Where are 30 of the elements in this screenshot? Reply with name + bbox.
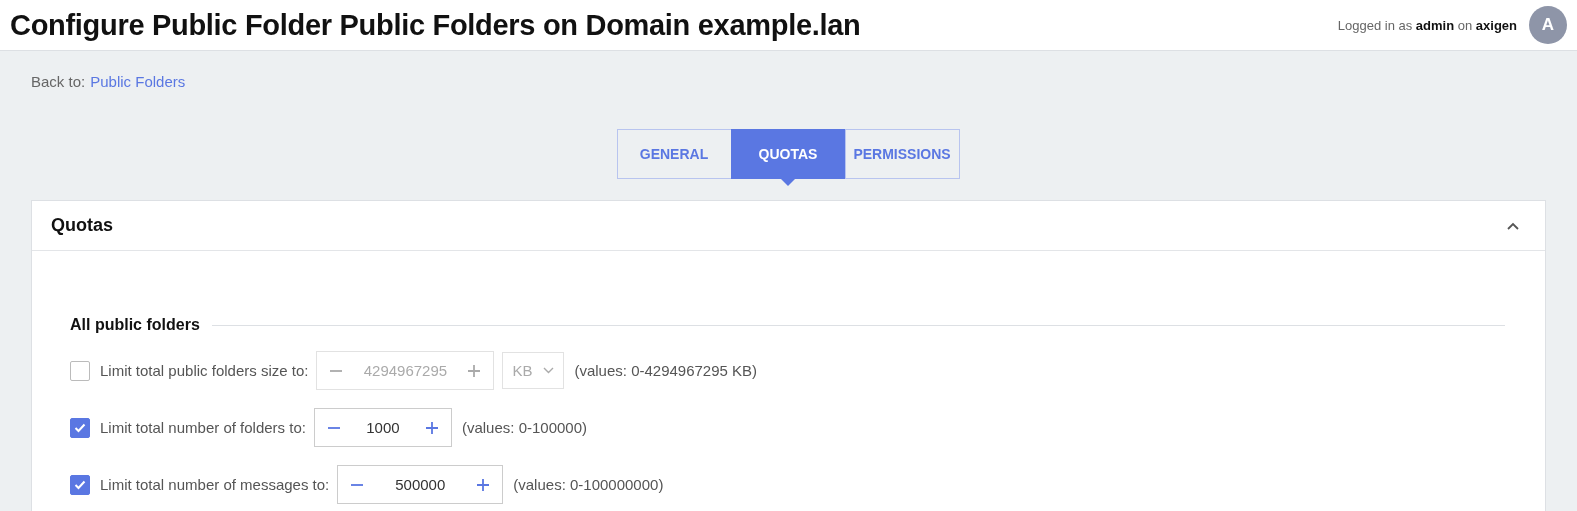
user-avatar[interactable]: A [1529,6,1567,44]
value-range-hint: (values: 0-100000000) [513,476,664,493]
tab[interactable]: GENERAL [616,129,732,179]
number-stepper[interactable]: 1000 [313,408,452,447]
row-label: Limit total number of messages to: [100,476,330,493]
checkbox[interactable] [70,474,90,495]
checkbox[interactable] [70,360,90,381]
chevron-down-icon [543,367,555,374]
panel-title: Quotas [51,215,113,236]
page-title: Configure Public Folder Public Folders on Domain example.lan [10,8,861,42]
row-label: Limit total number of folders to: [100,419,306,436]
plus-icon[interactable] [467,363,482,378]
tab-pointer-icon [780,178,796,186]
value-range-hint: (values: 0-100000) [461,419,587,436]
chevron-icon[interactable] [1507,221,1519,230]
checkmark-icon [74,479,86,490]
section-title: All public folders [70,316,200,334]
tab[interactable]: PERMISSIONS [844,129,960,179]
value-range-hint: (values: 0-4294967295 KB) [574,362,758,379]
back-link[interactable]: Public Folders [90,73,186,93]
number-stepper[interactable]: 4294967295 [316,351,495,390]
plus-icon[interactable] [476,477,491,492]
checkmark-icon [74,422,86,433]
unit-dropdown[interactable]: KB [502,352,565,389]
number-stepper[interactable]: 500000 [337,465,504,504]
plus-icon[interactable] [424,420,439,435]
row-label: Limit total public folders size to: [100,362,309,379]
checkbox[interactable] [70,417,90,438]
back-label: Back to: [31,73,86,92]
login-status: Logged in as admin on axigen [1337,17,1517,33]
